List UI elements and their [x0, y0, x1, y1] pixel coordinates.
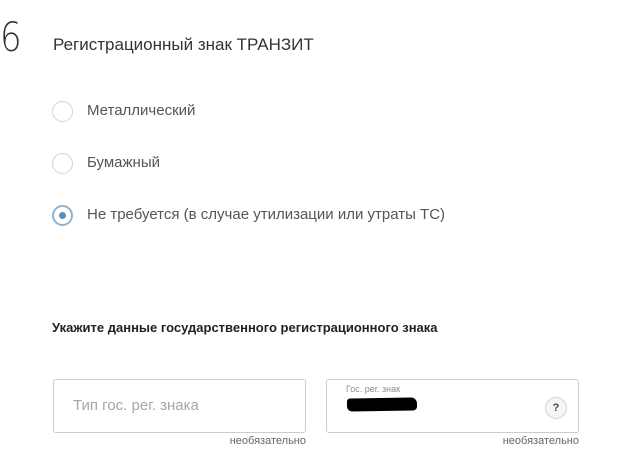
plate-type-optional-note: необязательно	[229, 435, 306, 447]
redacted-plate-number	[346, 397, 418, 412]
step-number: 6	[0, 15, 22, 61]
radio-label-not-required: Не требуется (в случае утилизации или ут…	[87, 206, 446, 223]
plate-type-placeholder: Тип гос. рег. знака	[73, 397, 199, 414]
plate-type-radio-group: Металлический Бумажный Не требуется (в с…	[52, 98, 445, 254]
plate-number-input[interactable]: Гос. рег. знак ?	[326, 379, 579, 433]
radio-checked-icon[interactable]	[52, 204, 73, 226]
radio-option-metal[interactable]: Металлический	[52, 98, 445, 124]
radio-unchecked-icon[interactable]	[52, 152, 73, 174]
plate-number-label: Гос. рег. знак	[346, 384, 401, 394]
radio-unchecked-icon[interactable]	[52, 100, 73, 122]
plate-number-optional-note: необязательно	[502, 435, 579, 447]
plate-details-heading: Укажите данные государственного регистра…	[52, 320, 438, 335]
radio-option-not-required[interactable]: Не требуется (в случае утилизации или ут…	[52, 202, 445, 228]
radio-label-paper: Бумажный	[87, 154, 160, 171]
radio-label-metal: Металлический	[87, 102, 196, 119]
radio-option-paper[interactable]: Бумажный	[52, 150, 445, 176]
section-title: Регистрационный знак ТРАНЗИТ	[53, 35, 314, 54]
plate-type-select[interactable]: Тип гос. рег. знака	[53, 379, 306, 433]
help-icon[interactable]: ?	[545, 397, 567, 419]
